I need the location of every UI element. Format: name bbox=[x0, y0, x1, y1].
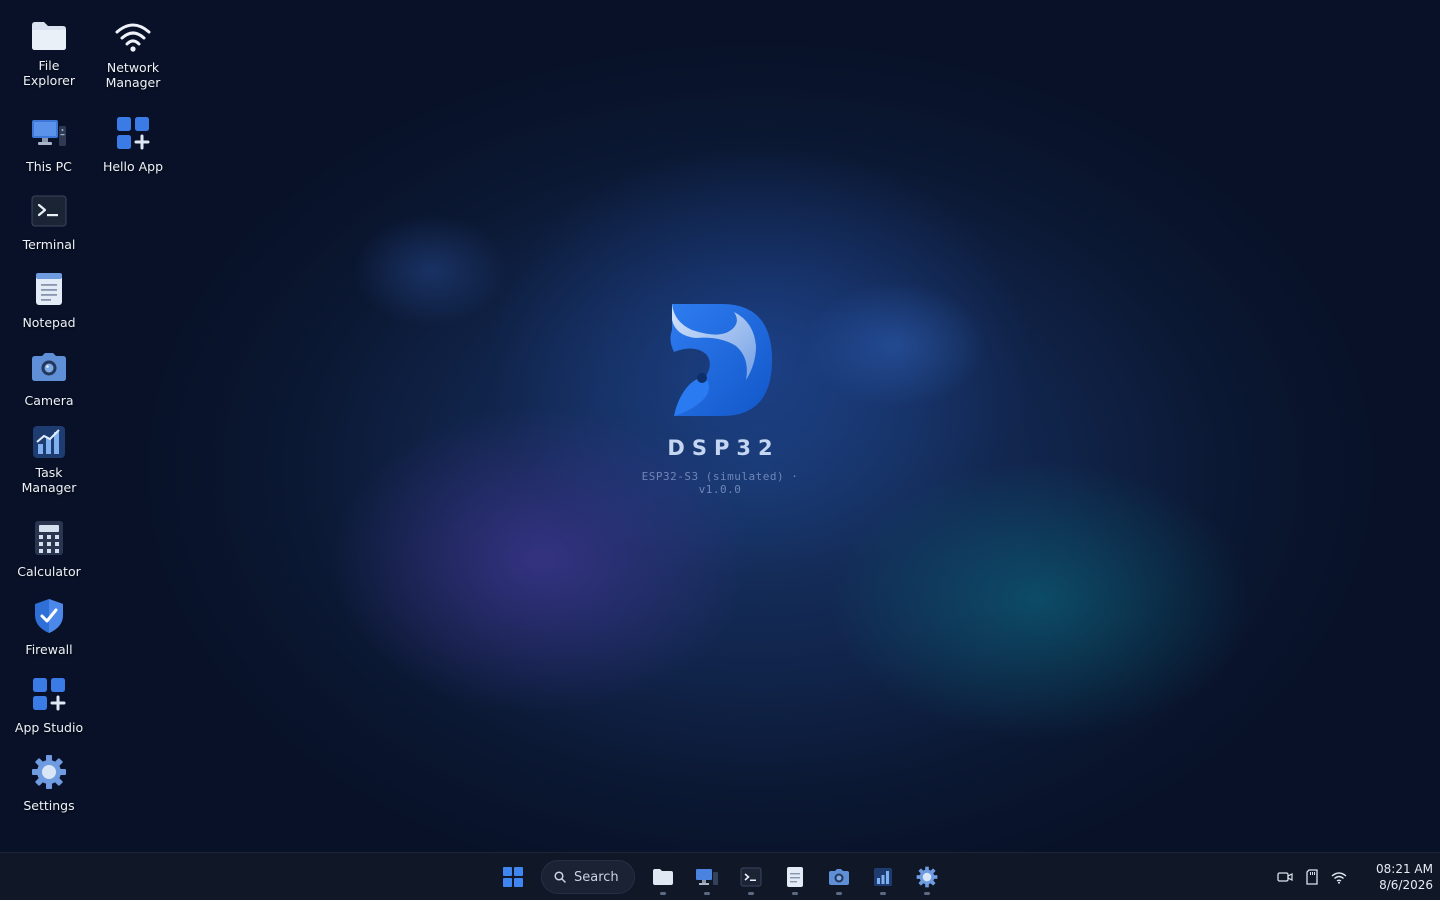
desktop-icon-this-pc[interactable]: This PC bbox=[7, 95, 91, 179]
camera-video-icon bbox=[1277, 872, 1293, 882]
running-indicator bbox=[660, 892, 666, 895]
running-indicator bbox=[748, 892, 754, 895]
desktop-icon-terminal[interactable]: Terminal bbox=[7, 173, 91, 257]
notepad-icon bbox=[29, 269, 69, 309]
desktop-icon-camera[interactable]: Camera bbox=[7, 329, 91, 413]
bar-chart-icon bbox=[874, 868, 892, 886]
taskbar-app-file-explorer[interactable] bbox=[643, 853, 683, 901]
search-icon bbox=[554, 871, 566, 883]
windows-start-icon bbox=[503, 867, 523, 887]
desktop-icon-app-studio[interactable]: App Studio bbox=[7, 656, 91, 740]
desktop-icon-label: App Studio bbox=[14, 720, 84, 735]
tray-wifi-status[interactable] bbox=[1329, 867, 1349, 887]
camera-icon bbox=[29, 347, 69, 387]
calculator-icon bbox=[29, 518, 69, 558]
wifi-icon bbox=[113, 20, 153, 54]
folder-icon bbox=[653, 869, 673, 885]
clock-time: 08:21 AM bbox=[1376, 862, 1433, 876]
running-indicator bbox=[704, 892, 710, 895]
desktop-icon-label: Task Manager bbox=[21, 465, 77, 495]
desktop-icon-label: Camera bbox=[24, 393, 74, 408]
running-indicator bbox=[836, 892, 842, 895]
gear-icon bbox=[29, 752, 69, 792]
bar-chart-icon bbox=[29, 425, 69, 459]
sd-card-icon bbox=[1306, 869, 1318, 885]
start-button[interactable] bbox=[493, 853, 533, 901]
taskbar-clock[interactable]: 08:21 AM 8/6/2026 bbox=[1355, 861, 1433, 893]
terminal-icon bbox=[29, 191, 69, 231]
desktop-icon-label: Settings bbox=[23, 798, 75, 813]
terminal-icon bbox=[740, 867, 762, 887]
desktop-background: File Explorer Network Manager This PC He… bbox=[0, 0, 1440, 852]
taskbar-app-task-manager[interactable] bbox=[863, 853, 903, 901]
desktop-icon-network-manager[interactable]: Network Manager bbox=[91, 2, 175, 90]
shield-check-icon bbox=[29, 596, 69, 636]
desktop-icon-hello-app[interactable]: Hello App bbox=[91, 95, 175, 179]
gear-icon bbox=[916, 866, 938, 888]
computer-icon bbox=[29, 113, 69, 153]
desktop-icon-task-manager[interactable]: Task Manager bbox=[7, 407, 91, 495]
taskbar-search[interactable]: Search bbox=[541, 860, 635, 894]
desktop-icon-settings[interactable]: Settings bbox=[7, 734, 91, 818]
os-version-subtitle: ESP32-S3 (simulated) · v1.0.0 bbox=[641, 470, 799, 496]
desktop-icon-label: Hello App bbox=[102, 159, 164, 174]
taskbar-app-this-pc[interactable] bbox=[687, 853, 727, 901]
desktop-icon-label: Calculator bbox=[17, 564, 81, 579]
computer-icon bbox=[696, 869, 718, 885]
notepad-icon bbox=[787, 867, 803, 887]
desktop-icon-notepad[interactable]: Notepad bbox=[7, 251, 91, 335]
desktop-icon-file-explorer[interactable]: File Explorer bbox=[7, 2, 91, 88]
tray-storage-status[interactable] bbox=[1302, 867, 1322, 887]
app-grid-plus-icon bbox=[29, 674, 69, 714]
desktop-icon-firewall[interactable]: Firewall bbox=[7, 578, 91, 662]
tray-camera-status[interactable] bbox=[1275, 867, 1295, 887]
os-title: DSP32 bbox=[667, 436, 780, 460]
dsp32-branding: DSP32 ESP32-S3 (simulated) · v1.0.0 bbox=[620, 300, 820, 496]
desktop-icon-calculator[interactable]: Calculator bbox=[7, 500, 91, 584]
camera-icon bbox=[829, 869, 849, 885]
search-placeholder: Search bbox=[574, 869, 619, 885]
taskbar: Search 08:21 AM 8/6/2026 bbox=[0, 852, 1440, 900]
desktop-icon-label: File Explorer bbox=[22, 58, 76, 88]
wifi-icon bbox=[1331, 871, 1347, 884]
taskbar-app-notepad[interactable] bbox=[775, 853, 815, 901]
desktop-icon-label: Firewall bbox=[25, 642, 73, 657]
taskbar-app-camera[interactable] bbox=[819, 853, 859, 901]
desktop-icon-label: Terminal bbox=[22, 237, 76, 252]
desktop-icon-label: Network Manager bbox=[105, 60, 161, 90]
clock-date: 8/6/2026 bbox=[1379, 878, 1433, 892]
taskbar-app-terminal[interactable] bbox=[731, 853, 771, 901]
app-grid-plus-icon bbox=[113, 113, 153, 153]
running-indicator bbox=[880, 892, 886, 895]
desktop-icon-label: Notepad bbox=[22, 315, 76, 330]
folder-icon bbox=[29, 20, 69, 52]
taskbar-app-settings[interactable] bbox=[907, 853, 947, 901]
running-indicator bbox=[924, 892, 930, 895]
desktop-icon-label: This PC bbox=[26, 159, 72, 174]
running-indicator bbox=[792, 892, 798, 895]
dsp32-logo bbox=[670, 304, 772, 416]
